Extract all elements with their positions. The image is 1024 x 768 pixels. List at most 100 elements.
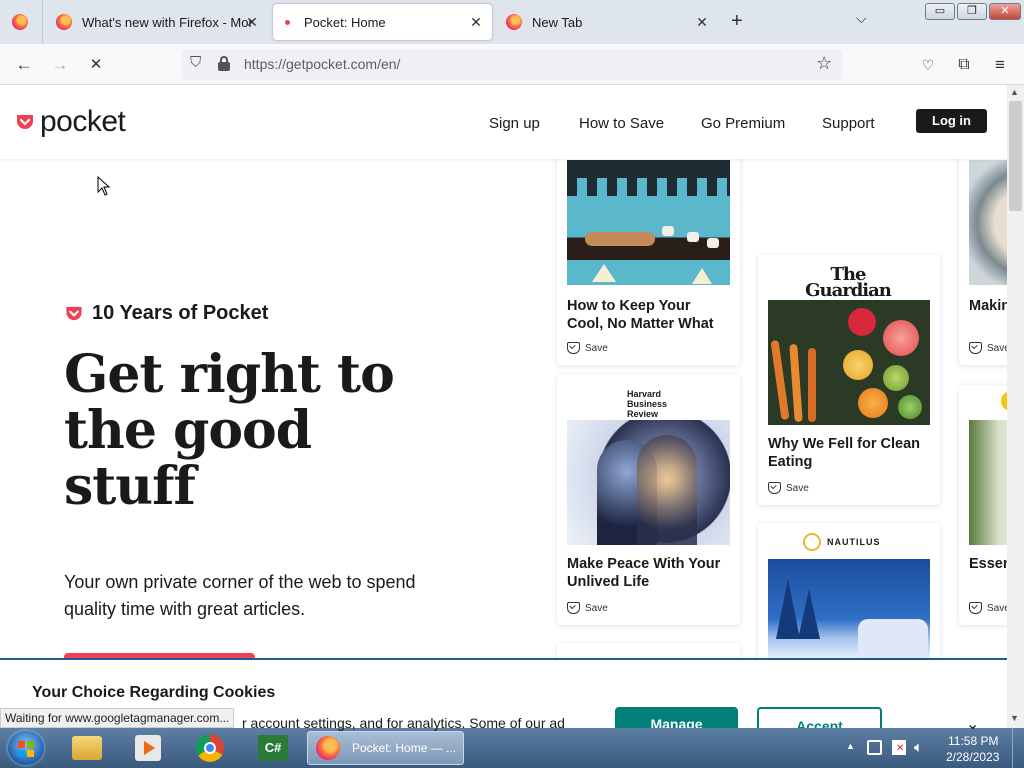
tab-title: What's new with Firefox - More — [82, 14, 252, 30]
save-icon — [969, 342, 982, 354]
action-center-icon[interactable]: ✕ — [892, 740, 906, 755]
pocket-save-icon[interactable]: ♡ — [917, 54, 939, 76]
close-icon[interactable]: ✕ — [244, 14, 260, 31]
article-image — [567, 420, 730, 545]
vertical-scrollbar[interactable]: ▲ ▼ — [1007, 85, 1024, 728]
tab-whats-new[interactable]: What's new with Firefox - More ✕ — [46, 4, 268, 40]
tray-expand-icon[interactable]: ▲ — [846, 741, 855, 751]
media-player-icon[interactable] — [135, 735, 161, 761]
article-title[interactable]: Makin Stuff — [969, 297, 1007, 315]
publisher-logo: The Guardian — [805, 264, 892, 301]
pocket-logo-icon — [17, 115, 33, 129]
article-image — [969, 420, 1007, 545]
publisher-name: NAUTILUS — [827, 537, 881, 547]
shield-icon[interactable]: ⛉ — [190, 54, 201, 71]
article-card[interactable]: How to Keep Your Cool, No Matter What Sa… — [557, 145, 740, 365]
save-icon — [567, 342, 580, 354]
stop-loading-icon[interactable]: ✕ — [85, 54, 107, 76]
pocket-logo[interactable]: pocket — [15, 105, 126, 139]
save-button[interactable]: Save — [567, 602, 608, 614]
cookie-title: Your Choice Regarding Cookies — [32, 684, 276, 701]
article-card[interactable]: Essen Well- Save — [959, 385, 1007, 625]
clock-time[interactable]: 11:58 PM — [948, 734, 998, 748]
chrome-icon[interactable] — [196, 734, 224, 762]
start-button[interactable] — [8, 731, 44, 765]
nav-how-to-save[interactable]: How to Save — [579, 115, 664, 132]
close-icon[interactable]: ✕ — [468, 14, 484, 31]
lock-icon[interactable] — [218, 56, 230, 71]
save-button[interactable]: Save — [969, 342, 1007, 354]
pocket-logo-icon — [66, 306, 82, 321]
article-card[interactable]: The Guardian Why We Fell for Clean Eatin… — [758, 255, 940, 505]
article-title[interactable]: Why We Fell for Clean Eating — [768, 435, 928, 471]
save-label: Save — [987, 602, 1007, 614]
save-label: Save — [585, 342, 608, 354]
tab-title: Pocket: Home — [304, 14, 386, 30]
clock-date[interactable]: 2/28/2023 — [946, 750, 999, 764]
nav-go-premium[interactable]: Go Premium — [701, 115, 785, 132]
save-icon — [567, 602, 580, 614]
hero-subtext: Your own private corner of the web to sp… — [64, 572, 416, 619]
scroll-down-icon[interactable]: ▼ — [1010, 713, 1019, 723]
article-image — [969, 160, 1007, 285]
back-arrow-icon[interactable]: ← — [13, 54, 35, 76]
firefox-menu-icon[interactable] — [12, 14, 28, 35]
article-title[interactable]: Essen Well- — [969, 555, 1007, 573]
accept-button[interactable]: Accept — [757, 707, 882, 728]
article-card[interactable]: Harvard Business Review Make Peace With … — [557, 375, 740, 625]
publisher-logo: Harvard Business Review — [627, 389, 668, 419]
network-icon[interactable] — [867, 740, 882, 755]
save-icon — [969, 602, 982, 614]
close-icon[interactable]: ✕ — [694, 14, 710, 31]
log-in-button[interactable]: Log in — [916, 109, 987, 133]
new-tab-button[interactable]: + — [731, 10, 743, 33]
volume-icon[interactable]: 🔈︎ — [914, 739, 923, 756]
nav-toolbar: ← → ✕ ⛉ https://getpocket.com/en/ ☆ ♡ ⧉ … — [0, 44, 1024, 85]
close-window-button[interactable]: ✕ — [989, 3, 1021, 20]
taskbar-firefox-window[interactable]: Pocket: Home — ... — [307, 731, 464, 765]
hamburger-menu-icon[interactable]: ≡ — [989, 54, 1011, 76]
save-label: Save — [585, 602, 608, 614]
nav-sign-up[interactable]: Sign up — [489, 115, 540, 132]
nav-support[interactable]: Support — [822, 115, 875, 132]
article-image — [768, 300, 930, 425]
accept-label: Accept — [796, 718, 843, 728]
extensions-icon[interactable]: ⧉ — [953, 54, 975, 76]
bookmark-star-icon[interactable]: ☆ — [816, 53, 832, 74]
article-title[interactable]: How to Keep Your Cool, No Matter What — [567, 297, 727, 333]
tab-new-tab[interactable]: New Tab ✕ — [496, 4, 718, 40]
chevron-down-icon[interactable]: ⌄ — [966, 714, 979, 734]
save-button[interactable]: Save — [969, 602, 1007, 614]
scroll-up-icon[interactable]: ▲ — [1010, 87, 1019, 97]
pocket-favicon-icon — [285, 19, 290, 25]
url-text[interactable]: https://getpocket.com/en/ — [244, 56, 400, 72]
hero-headline: Get right to the good stuff — [64, 344, 395, 517]
eyebrow-text: 10 Years of Pocket — [92, 302, 269, 324]
restore-button[interactable]: ❐ — [957, 3, 987, 20]
file-explorer-icon[interactable] — [72, 736, 102, 760]
forward-arrow-icon[interactable]: → — [49, 54, 71, 76]
minimize-button[interactable]: ▭ — [925, 3, 955, 20]
article-card[interactable]: Makin Stuff Save — [959, 145, 1007, 365]
cookie-text: r account settings, and for analytics. S… — [242, 715, 565, 731]
firefox-icon — [316, 736, 340, 760]
windows-taskbar: C# Pocket: Home — ... ▲ ✕ 🔈︎ 11:58 PM 2/… — [0, 728, 1024, 768]
tab-strip: What's new with Firefox - More ✕ Pocket:… — [0, 0, 1024, 44]
csharp-app-icon[interactable]: C# — [258, 735, 288, 761]
url-bar[interactable]: ⛉ https://getpocket.com/en/ ☆ — [182, 49, 842, 80]
nautilus-logo-icon — [803, 533, 821, 551]
save-button[interactable]: Save — [567, 342, 608, 354]
web-page: pocket Sign up How to Save Go Premium Su… — [0, 85, 1007, 728]
article-title[interactable]: Make Peace With Your Unlived Life — [567, 555, 727, 591]
chevron-down-icon[interactable]: ⌵ — [856, 10, 867, 27]
scroll-thumb[interactable] — [1009, 101, 1022, 211]
taskbar-window-label: Pocket: Home — ... — [352, 741, 457, 755]
firefox-icon — [56, 14, 72, 30]
site-header: pocket Sign up How to Save Go Premium Su… — [0, 85, 1007, 159]
save-label: Save — [987, 342, 1007, 354]
article-image — [768, 559, 930, 659]
tab-pocket-home[interactable]: Pocket: Home ✕ — [273, 4, 492, 40]
manage-button[interactable]: Manage — [615, 707, 738, 728]
show-desktop-button[interactable] — [1012, 728, 1024, 768]
save-button[interactable]: Save — [768, 482, 809, 494]
